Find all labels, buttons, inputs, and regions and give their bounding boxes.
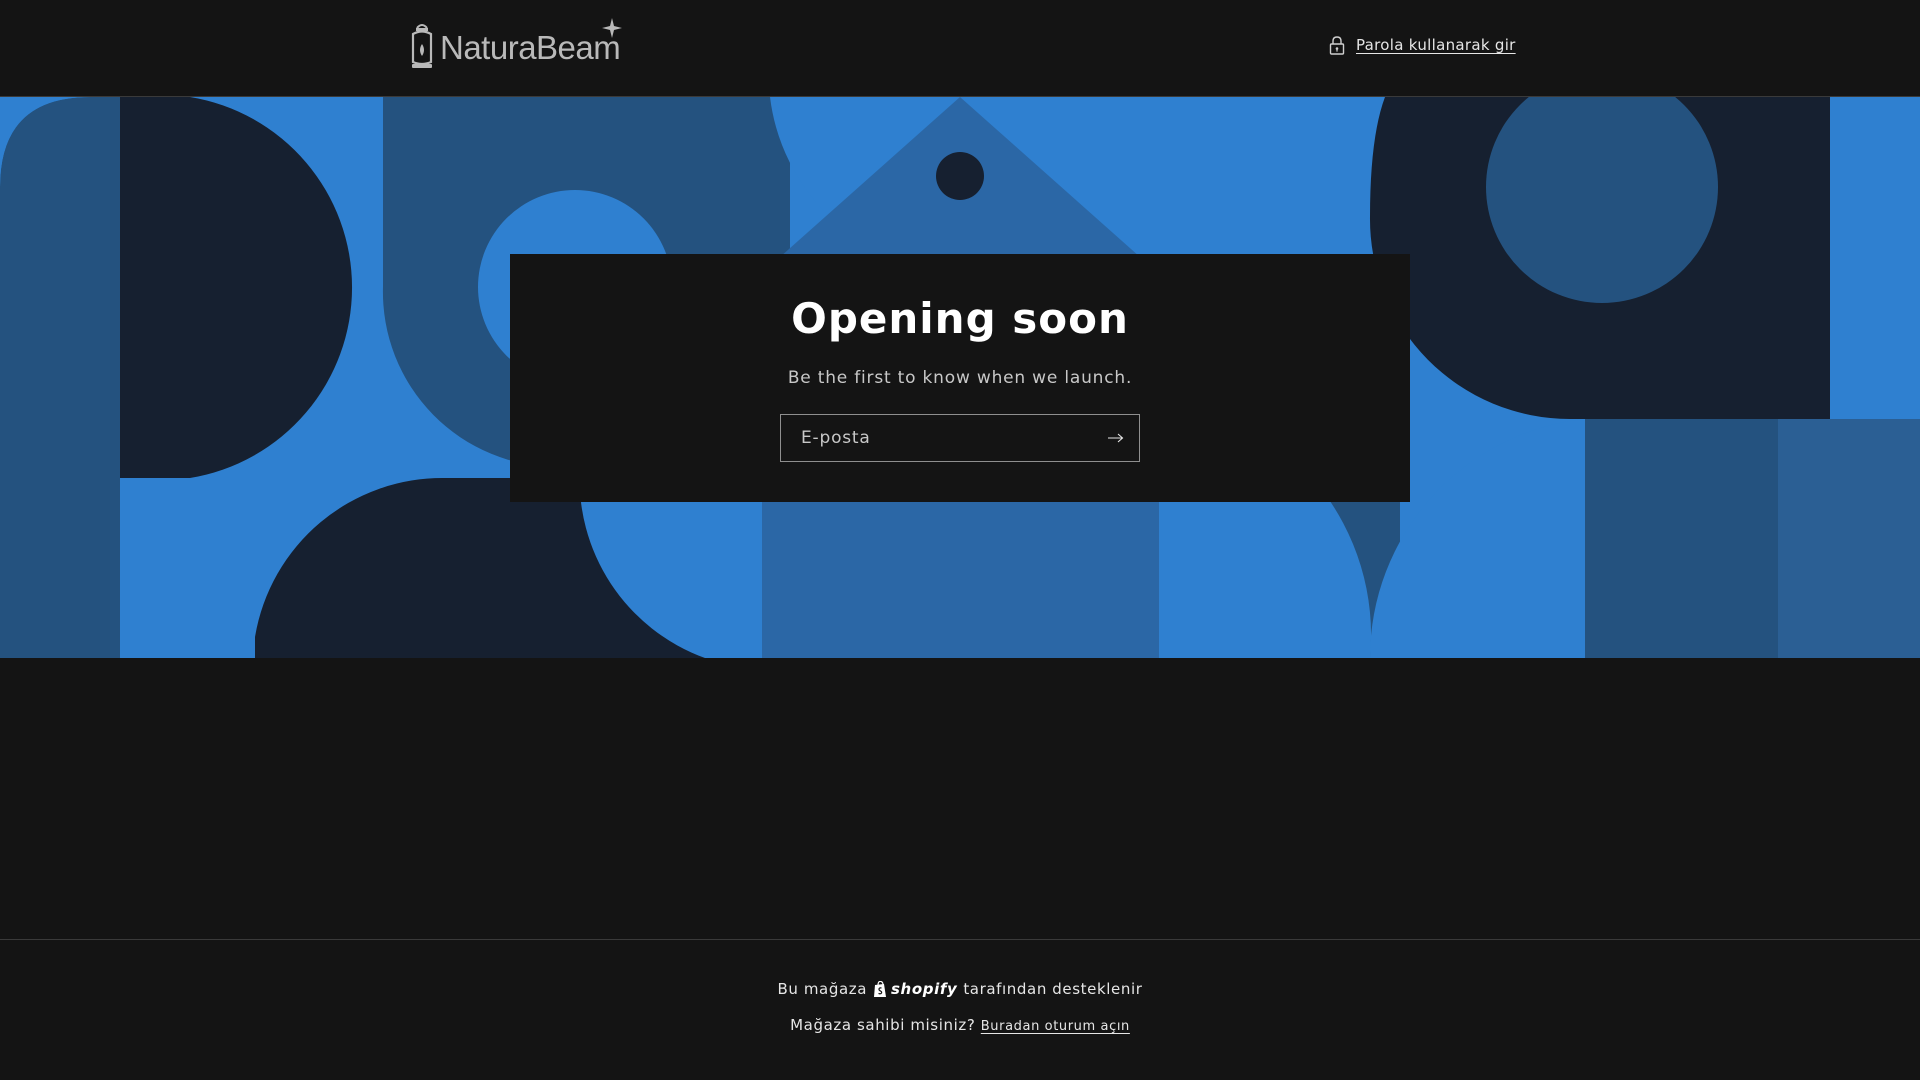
lock-icon [1329,36,1345,55]
site-footer: Bu mağaza shopify tarafından desteklenir… [0,939,1920,1080]
page-subtitle: Be the first to know when we launch. [787,368,1133,388]
owner-login-link[interactable]: Buradan oturum açın [981,1019,1130,1034]
powered-suffix: tarafından desteklenir [963,980,1143,998]
newsletter-card: Opening soon Be the first to know when w… [510,254,1410,502]
password-link-label[interactable]: Parola kullanarak gir [1356,36,1516,54]
email-input[interactable] [781,415,1081,461]
page-title: Opening soon [791,294,1129,343]
arrow-right-icon [1108,433,1124,443]
email-form [780,414,1140,462]
owner-question: Mağaza sahibi misiniz? [790,1016,976,1034]
site-header: NaturaBeam Parola kullanarak gir [0,0,1920,97]
password-entry-link[interactable]: Parola kullanarak gir [1328,34,1516,56]
logo-text: NaturaBeam [440,29,621,66]
hero-banner: Opening soon Be the first to know when w… [0,97,1920,658]
store-logo[interactable]: NaturaBeam [408,18,623,72]
subscribe-submit-button[interactable] [1093,415,1139,461]
powered-by-line: Bu mağaza shopify tarafından desteklenir [0,980,1920,998]
lantern-icon [411,24,433,68]
shopify-link[interactable]: shopify [873,980,957,998]
shopify-bag-icon [874,980,887,997]
owner-login-line: Mağaza sahibi misiniz? Buradan oturum aç… [0,1016,1920,1034]
sparkle-icon [602,18,623,38]
shopify-brand: shopify [891,980,958,998]
powered-prefix: Bu mağaza [777,980,868,998]
